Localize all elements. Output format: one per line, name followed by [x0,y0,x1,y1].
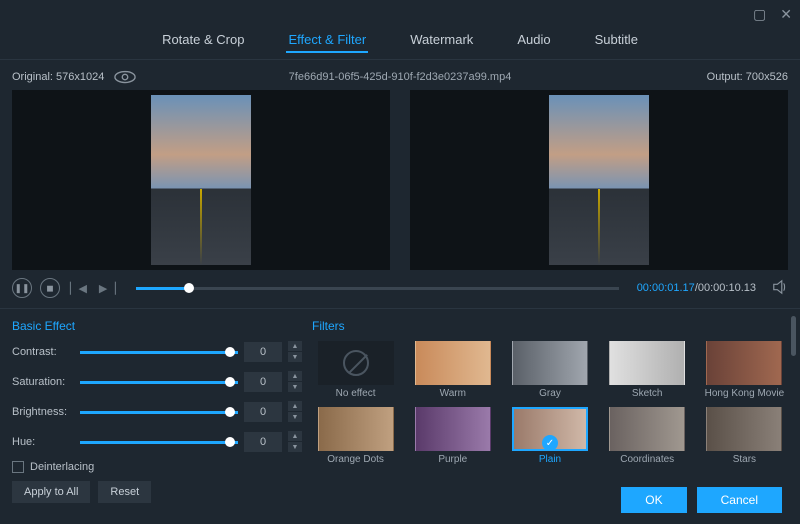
pause-button[interactable]: ❚❚ [12,278,32,298]
slider-0[interactable] [80,351,238,354]
filters-scrollbar[interactable] [791,316,796,356]
spinner-up-0[interactable]: ▲ [288,341,302,351]
prev-frame-button[interactable]: ▏◀ [68,282,89,295]
filter-label: No effect [336,388,376,399]
slider-value-0[interactable]: 0 [244,342,282,362]
output-dimensions: Output: 700x526 [707,71,788,83]
ok-button[interactable]: OK [621,487,686,513]
maximize-icon[interactable]: ▢ [753,6,766,23]
filter-item-plain[interactable]: ✓ Plain [506,407,593,465]
apply-all-button[interactable]: Apply to All [12,481,90,503]
spinner-down-3[interactable]: ▼ [288,442,302,452]
filter-item-orange[interactable]: Orange Dots [312,407,399,465]
filters-panel: Filters No effect Warm Gray Sketch Hong Kong… [312,319,788,475]
original-dimensions: Original: 576x1024 [12,71,104,83]
close-icon[interactable]: ✕ [780,6,792,23]
filter-label: Coordinates [620,454,674,465]
stop-button[interactable]: ◼ [40,278,60,298]
filter-label: Purple [438,454,467,465]
playback-controls: ❚❚ ◼ ▏◀ ▶▕ 00:00:01.17/00:00:10.13 [0,270,800,306]
preview-row [0,90,800,270]
next-frame-button[interactable]: ▶▕ [97,282,118,295]
tab-rotate-crop[interactable]: Rotate & Crop [160,28,246,53]
filter-item-purple[interactable]: Purple [409,407,496,465]
filter-item-gray[interactable]: Gray [506,341,593,399]
slider-value-1[interactable]: 0 [244,372,282,392]
slider-label-1: Saturation: [12,376,74,388]
filter-label: Gray [539,388,561,399]
filter-label: Stars [733,454,756,465]
filter-label: Hong Kong Movie [705,388,785,399]
slider-label-2: Brightness: [12,406,74,418]
filter-item-warm[interactable]: Warm [409,341,496,399]
filter-item-coord[interactable]: Coordinates [604,407,691,465]
slider-value-3[interactable]: 0 [244,432,282,452]
deinterlacing-checkbox[interactable] [12,461,24,473]
slider-value-2[interactable]: 0 [244,402,282,422]
filter-item-hk[interactable]: Hong Kong Movie [701,341,788,399]
filters-title: Filters [312,319,788,333]
editor-tabs: Rotate & Crop Effect & Filter Watermark … [0,28,800,60]
filter-label: Sketch [632,388,663,399]
timeline-scrubber[interactable] [136,287,619,290]
check-icon: ✓ [542,435,558,451]
window-titlebar: ▢ ✕ [0,0,800,28]
filename-label: 7fe66d91-06f5-425d-910f-f2d3e0237a99.mp4 [289,71,512,83]
spinner-down-0[interactable]: ▼ [288,352,302,362]
basic-effect-panel: Basic Effect Contrast: 0 ▲▼ Saturation: … [12,319,302,475]
preview-header: Original: 576x1024 7fe66d91-06f5-425d-91… [0,60,800,90]
slider-1[interactable] [80,381,238,384]
spinner-down-2[interactable]: ▼ [288,412,302,422]
no-effect-icon [343,350,369,376]
spinner-up-1[interactable]: ▲ [288,371,302,381]
filter-item-noeffect[interactable]: No effect [312,341,399,399]
spinner-down-1[interactable]: ▼ [288,382,302,392]
tab-effect-filter[interactable]: Effect & Filter [286,28,368,53]
output-preview [410,90,788,270]
slider-label-0: Contrast: [12,346,74,358]
tab-audio[interactable]: Audio [515,28,552,53]
spinner-up-3[interactable]: ▲ [288,431,302,441]
filter-label: Plain [539,454,561,465]
slider-3[interactable] [80,441,238,444]
deinterlacing-label: Deinterlacing [30,461,94,473]
cancel-button[interactable]: Cancel [697,487,782,513]
slider-2[interactable] [80,411,238,414]
basic-effect-title: Basic Effect [12,319,302,333]
reset-button[interactable]: Reset [98,481,151,503]
volume-icon[interactable] [772,279,788,298]
filter-label: Warm [440,388,466,399]
tab-subtitle[interactable]: Subtitle [593,28,640,53]
slider-label-3: Hue: [12,436,74,448]
filter-item-stars[interactable]: Stars [701,407,788,465]
tab-watermark[interactable]: Watermark [408,28,475,53]
filter-item-sketch[interactable]: Sketch [604,341,691,399]
original-preview [12,90,390,270]
timestamp: 00:00:01.17/00:00:10.13 [637,282,756,294]
spinner-up-2[interactable]: ▲ [288,401,302,411]
eye-icon[interactable] [114,70,136,84]
filter-label: Orange Dots [327,454,384,465]
